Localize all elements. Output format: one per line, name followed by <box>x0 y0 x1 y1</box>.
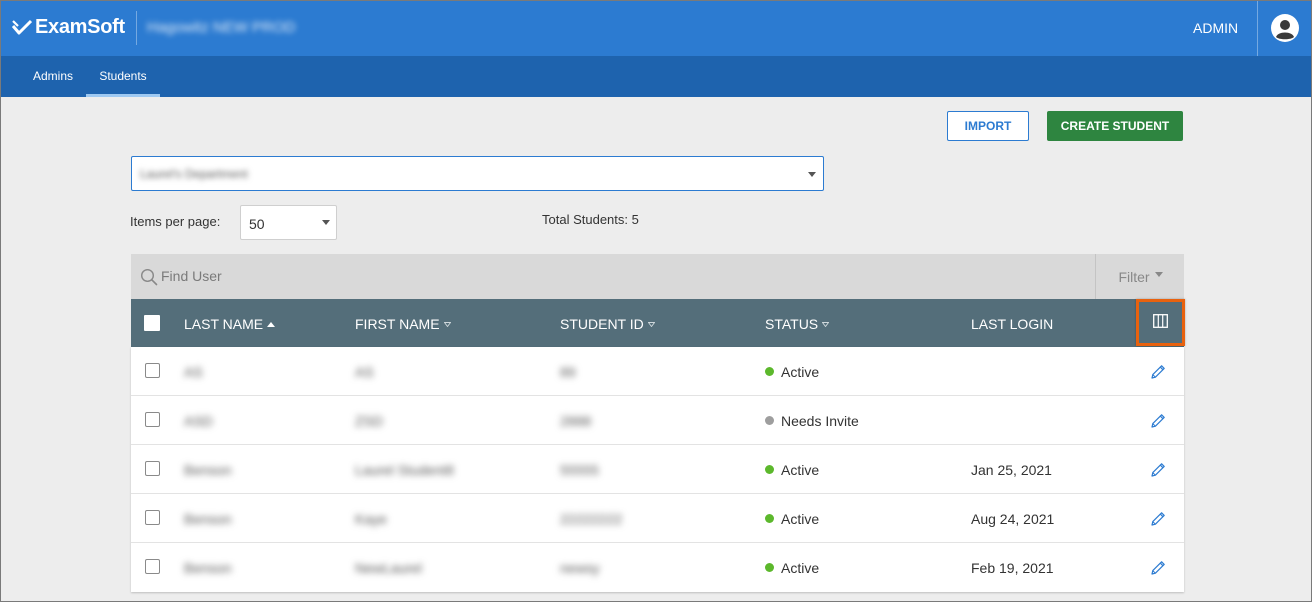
top-bar: ExamSoft Hagowitz NEW PROD ADMIN <box>1 1 1311 56</box>
chevron-down-icon <box>322 220 330 225</box>
cell-last-login: Aug 24, 2021 <box>971 511 1055 527</box>
cell-last-name: Benson <box>184 511 232 527</box>
cell-last-login: Jan 25, 2021 <box>971 462 1052 478</box>
create-student-button[interactable]: CREATE STUDENT <box>1047 111 1183 141</box>
edit-pencil-icon[interactable] <box>1149 510 1167 528</box>
department-selected-value: Laurel's Department <box>140 167 248 181</box>
edit-pencil-icon[interactable] <box>1149 412 1167 430</box>
table-row[interactable]: Benson Laurel Student8 55555 Active Jan 25, … <box>131 445 1184 494</box>
status-text: Active <box>781 364 820 380</box>
cell-status: Active <box>765 462 819 478</box>
column-label: LAST NAME <box>184 316 264 332</box>
filter-divider <box>1095 254 1096 299</box>
cell-last-name: AS <box>184 364 203 380</box>
cell-last-login: Feb 19, 2021 <box>971 560 1054 576</box>
cell-first-name: NewLaurel <box>355 560 422 576</box>
column-header-last-login: LAST LOGIN <box>971 316 1053 332</box>
cell-first-name: Laurel Student8 <box>355 462 454 478</box>
tab-students[interactable]: Students <box>86 56 160 97</box>
cell-student-id: 89 <box>560 364 576 380</box>
user-role-label[interactable]: ADMIN <box>1193 20 1238 36</box>
select-all-checkbox[interactable] <box>144 315 160 331</box>
status-dot-icon <box>765 416 774 425</box>
cell-status: Active <box>765 560 819 576</box>
row-checkbox[interactable] <box>145 559 160 574</box>
edit-pencil-icon[interactable] <box>1149 461 1167 479</box>
cell-student-id: newsy <box>560 560 600 576</box>
chevron-down-icon <box>808 172 816 177</box>
status-text: Active <box>781 462 820 478</box>
cell-last-name: Benson <box>184 462 232 478</box>
row-checkbox[interactable] <box>145 461 160 476</box>
user-divider <box>1257 1 1258 56</box>
cell-student-id: 2888 <box>560 413 592 429</box>
columns-icon <box>1153 314 1168 328</box>
edit-pencil-icon[interactable] <box>1149 363 1167 381</box>
column-label: STUDENT ID <box>560 316 644 332</box>
status-text: Active <box>781 511 820 527</box>
examsoft-logo-icon <box>12 19 32 34</box>
tab-admins[interactable]: Admins <box>19 56 87 97</box>
filter-button[interactable]: Filter <box>1097 254 1184 299</box>
sort-icon <box>443 321 451 327</box>
status-dot-icon <box>765 514 774 523</box>
items-per-page-value: 50 <box>249 216 265 232</box>
logo-text: ExamSoft <box>35 16 125 38</box>
items-per-page-select[interactable]: 50 <box>240 205 337 240</box>
row-checkbox[interactable] <box>145 412 160 427</box>
cell-student-id: 22222222 <box>560 511 623 527</box>
search-icon <box>140 268 158 286</box>
total-students: Total Students: 5 <box>542 212 639 227</box>
column-label: STATUS <box>765 316 819 332</box>
column-header-student-id[interactable]: STUDENT ID <box>560 316 655 332</box>
status-dot-icon <box>765 465 774 474</box>
filter-label: Filter <box>1118 268 1150 285</box>
status-text: Active <box>781 560 820 576</box>
cell-status: Needs Invite <box>765 413 859 429</box>
table-row[interactable]: Benson Kaye 22222222 Active Aug 24, 2021 <box>131 494 1184 543</box>
sort-icon <box>647 321 655 327</box>
cell-student-id: 55555 <box>560 462 599 478</box>
status-dot-icon <box>765 563 774 572</box>
row-checkbox[interactable] <box>145 363 160 378</box>
table-row[interactable]: AS AS 89 Active <box>131 347 1184 396</box>
column-header-status[interactable]: STATUS <box>765 316 830 332</box>
table-header: LAST NAME FIRST NAME STUDENT ID STATUS L… <box>131 299 1184 347</box>
table-row[interactable]: Benson NewLaurel newsy Active Feb 19, 2021 <box>131 543 1184 592</box>
edit-pencil-icon[interactable] <box>1149 559 1167 577</box>
chevron-down-icon <box>1154 271 1163 277</box>
find-user-input[interactable] <box>161 262 1061 290</box>
students-table-body: AS AS 89 Active ASD ZSD 2888 Needs Invite Benson… <box>131 347 1184 592</box>
cell-first-name: ZSD <box>355 413 383 429</box>
organization-name: Hagowitz NEW PROD <box>147 19 296 36</box>
search-bar: Filter <box>131 254 1184 299</box>
column-label: FIRST NAME <box>355 316 440 332</box>
sort-ascending-icon <box>267 321 276 327</box>
user-avatar-icon[interactable] <box>1271 14 1299 42</box>
status-text: Needs Invite <box>781 413 859 429</box>
column-label: LAST LOGIN <box>971 316 1054 332</box>
cell-status: Active <box>765 511 819 527</box>
nav-bar: Admins Students <box>1 56 1311 97</box>
items-per-page-label: Items per page: <box>130 214 221 229</box>
sort-icon <box>822 321 830 327</box>
cell-first-name: AS <box>355 364 374 380</box>
status-dot-icon <box>765 367 774 376</box>
import-button[interactable]: IMPORT <box>947 111 1029 141</box>
column-settings-button[interactable] <box>1136 299 1185 346</box>
column-header-last-name[interactable]: LAST NAME <box>184 316 276 332</box>
department-select[interactable]: Laurel's Department <box>131 156 824 191</box>
row-checkbox[interactable] <box>145 510 160 525</box>
cell-first-name: Kaye <box>355 511 387 527</box>
logo-divider <box>136 11 137 45</box>
cell-status: Active <box>765 364 819 380</box>
cell-last-name: Benson <box>184 560 232 576</box>
column-header-first-name[interactable]: FIRST NAME <box>355 316 451 332</box>
cell-last-name: ASD <box>184 413 213 429</box>
app-logo[interactable]: ExamSoft <box>12 16 125 39</box>
table-row[interactable]: ASD ZSD 2888 Needs Invite <box>131 396 1184 445</box>
